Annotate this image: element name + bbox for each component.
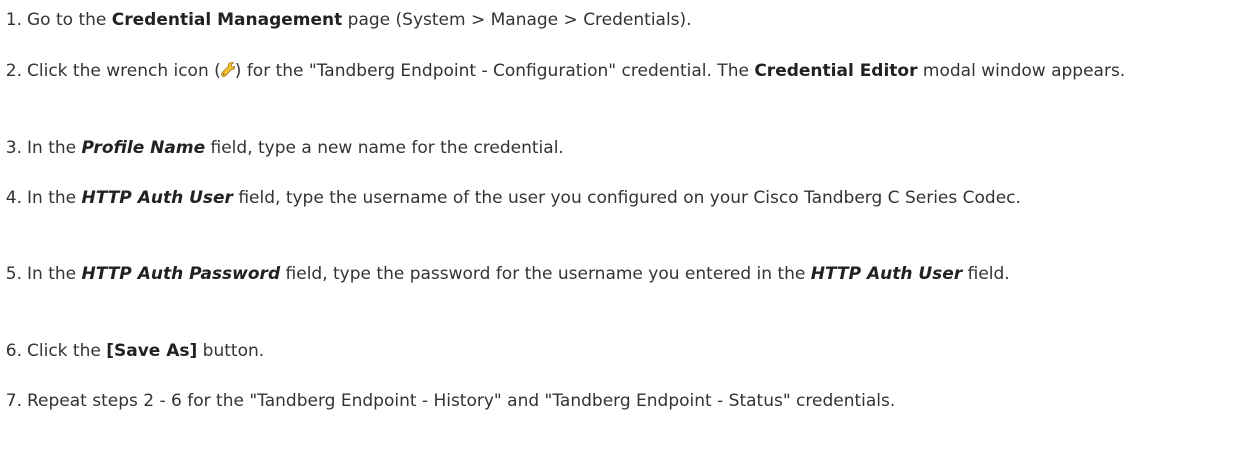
step-text-pre: In the (27, 138, 82, 158)
step-text-pre: Repeat steps 2 - 6 for the "Tandberg End… (27, 391, 896, 411)
step-text-mid: ) for the "Tandberg Endpoint - Configura… (234, 61, 755, 81)
step-number: 3. (5, 138, 22, 158)
step-text-pre: In the (27, 188, 82, 208)
window-name: Credential Editor (754, 61, 918, 81)
step-text: Repeat steps 2 - 6 for the "Tandberg End… (27, 389, 1210, 414)
step-5: 5. In the HTTP Auth Password field, type… (0, 262, 1210, 287)
field-name: Profile Name (81, 138, 206, 158)
step-number: 1. (5, 10, 22, 30)
step-text-mid: field, type the password for the usernam… (280, 264, 811, 284)
step-number: 7. (5, 391, 22, 411)
step-text: Click the wrench icon ( ) for the "Tandbe… (27, 59, 1210, 84)
step-text-post: field, type the username of the user you… (232, 188, 1021, 208)
step-text: In the HTTP Auth Password field, type th… (27, 262, 1210, 287)
step-text-post: button. (197, 341, 265, 361)
step-6: 6. Click the [Save As] button. (0, 339, 1210, 364)
step-1: 1. Go to the Credential Management page … (0, 8, 1210, 33)
step-text-pre: In the (27, 264, 82, 284)
field-name: HTTP Auth User (81, 188, 233, 208)
step-4: 4. In the HTTP Auth User field, type the… (0, 186, 1210, 211)
step-text-pre: Click the wrench icon ( (27, 61, 221, 81)
step-text-post: field. (962, 264, 1010, 284)
step-number: 5. (5, 264, 22, 284)
page-name: Credential Management (111, 10, 343, 30)
field-name-2: HTTP Auth User (810, 264, 963, 284)
step-3: 3. In the Profile Name field, type a new… (0, 136, 1210, 161)
button-name: [Save As] (106, 341, 198, 361)
step-text: In the Profile Name field, type a new na… (27, 136, 1210, 161)
step-text-post: modal window appears. (917, 61, 1126, 81)
instruction-steps: 1. Go to the Credential Management page … (0, 0, 1235, 457)
wrench-icon (220, 61, 236, 77)
step-text-pre: Click the (27, 341, 107, 361)
step-text-post: field, type a new name for the credentia… (205, 138, 564, 158)
step-2: 2. Click the wrench icon ( ) for the "Tan… (0, 59, 1210, 84)
step-text: Go to the Credential Management page (Sy… (27, 8, 1210, 33)
field-name: HTTP Auth Password (81, 264, 281, 284)
step-text: Click the [Save As] button. (27, 339, 1210, 364)
step-7: 7. Repeat steps 2 - 6 for the "Tandberg … (0, 389, 1210, 414)
step-number: 6. (5, 341, 22, 361)
step-text-pre: Go to the (27, 10, 112, 30)
step-number: 4. (5, 188, 22, 208)
step-text-post: page (System > Manage > Credentials). (342, 10, 692, 30)
step-text: In the HTTP Auth User field, type the us… (27, 186, 1210, 211)
step-number: 2. (5, 61, 22, 81)
